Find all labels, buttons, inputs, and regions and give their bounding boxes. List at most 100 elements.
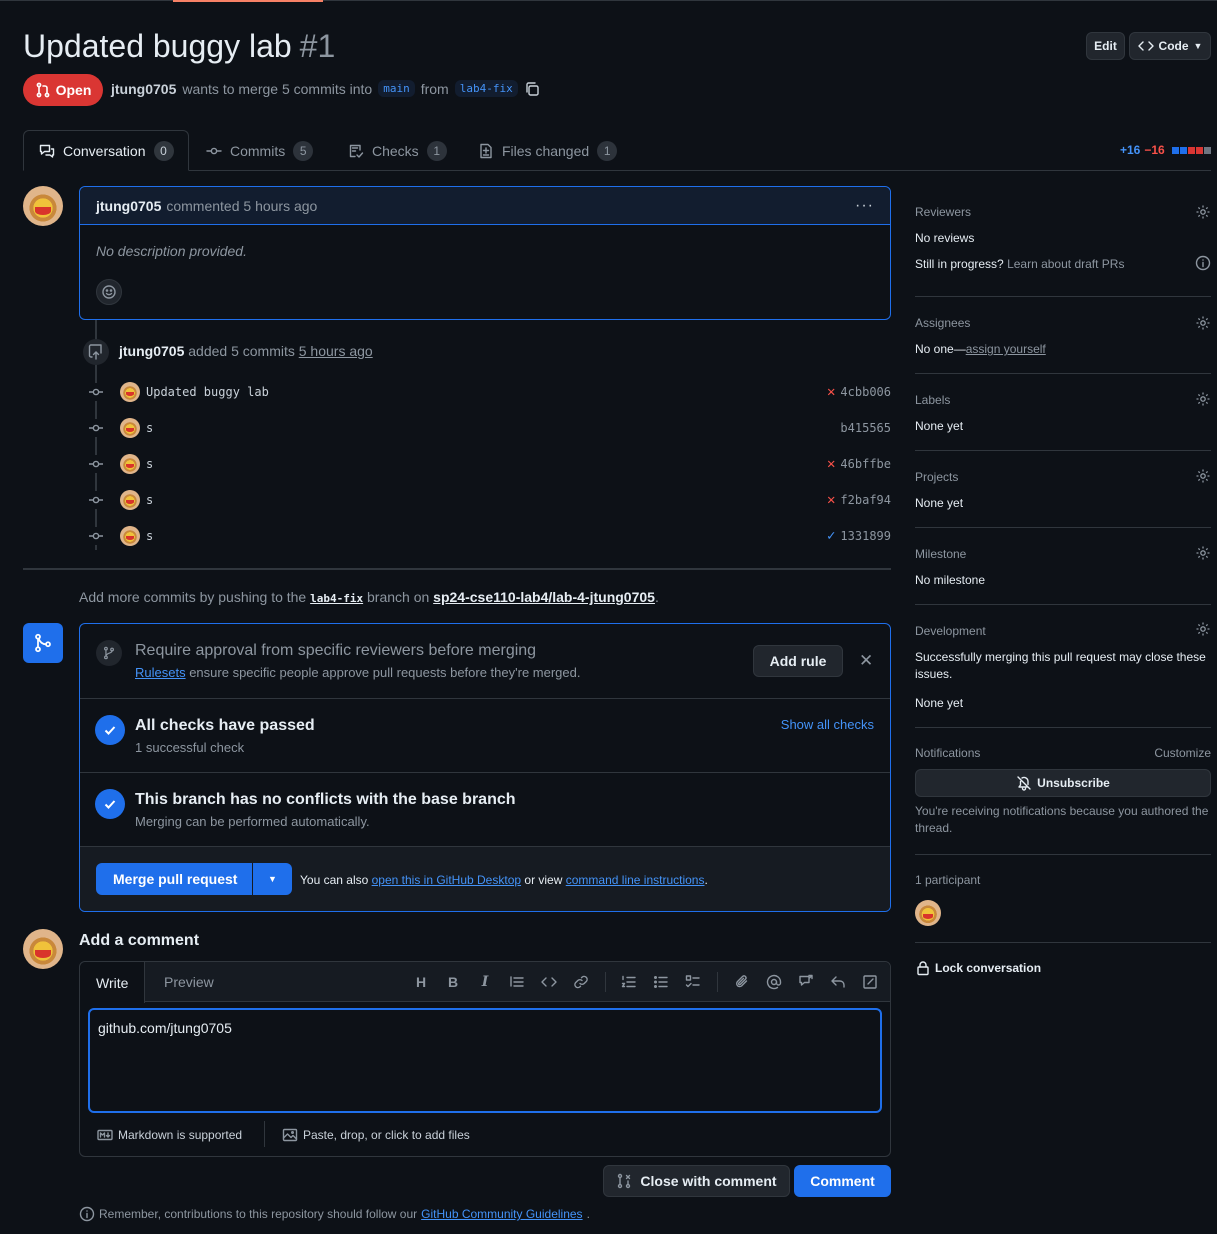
commit-sha[interactable]: 4cbb006 <box>840 385 891 399</box>
commit-message[interactable]: s <box>146 457 153 471</box>
commit-author-avatar[interactable] <box>120 454 140 474</box>
push-hint-repo-link[interactable]: sp24-cse110-lab4/lab-4-jtung0705 <box>433 589 655 605</box>
milestone-title[interactable]: Milestone <box>915 547 966 561</box>
gear-icon[interactable] <box>1195 621 1211 637</box>
heading-icon[interactable]: H <box>413 974 429 990</box>
x-icon[interactable]: ✕ <box>827 384 835 400</box>
comment-button[interactable]: Comment <box>794 1165 891 1197</box>
commit-message[interactable]: s <box>146 529 153 543</box>
markdown-note[interactable]: Markdown is supported <box>97 1127 242 1143</box>
draft-link[interactable]: Learn about draft PRs <box>1007 257 1124 271</box>
triangle-down-icon: ▼ <box>1193 41 1203 51</box>
commit-row[interactable]: s ✕ 46bffbe <box>87 452 891 476</box>
assign-yourself-link[interactable]: assign yourself <box>966 342 1046 356</box>
x-icon[interactable]: ✕ <box>827 492 835 508</box>
tab-write[interactable]: Write <box>80 962 146 1003</box>
author-link[interactable]: jtung0705 <box>111 81 176 97</box>
close-with-comment-button[interactable]: Close with comment <box>603 1165 790 1197</box>
fullscreen-icon[interactable] <box>862 974 878 990</box>
link-icon[interactable] <box>573 974 589 990</box>
comment-textarea[interactable] <box>88 1008 882 1113</box>
unordered-list-icon[interactable] <box>653 974 669 990</box>
commits-event-author[interactable]: jtung0705 <box>119 343 184 359</box>
merge-actions-row: Merge pull request ▼ You can also open t… <box>80 847 890 911</box>
participant-avatar[interactable] <box>915 900 941 926</box>
commit-message[interactable]: s <box>146 493 153 507</box>
kebab-menu-icon[interactable]: ··· <box>855 197 874 215</box>
check-icon[interactable]: ✓ <box>827 528 835 544</box>
commit-sha[interactable]: 46bffbe <box>840 457 891 471</box>
labels-title[interactable]: Labels <box>915 393 950 407</box>
gear-icon[interactable] <box>1195 545 1211 561</box>
ordered-list-icon[interactable] <box>621 974 637 990</box>
cross-reference-icon[interactable] <box>798 974 814 990</box>
pr-number: #1 <box>299 28 336 64</box>
add-rule-button[interactable]: Add rule <box>753 645 843 677</box>
italic-icon[interactable]: I <box>477 974 493 990</box>
gear-icon[interactable] <box>1195 468 1211 484</box>
push-hint-branch[interactable]: lab4-fix <box>310 592 363 605</box>
development-title[interactable]: Development <box>915 624 986 638</box>
reply-icon[interactable] <box>830 974 846 990</box>
commit-author-avatar[interactable] <box>120 382 140 402</box>
period-text: . <box>704 873 708 887</box>
gear-icon[interactable] <box>1195 204 1211 220</box>
tab-conversation[interactable]: Conversation 0 <box>23 130 189 171</box>
copy-icon[interactable] <box>524 81 540 97</box>
bold-icon[interactable]: B <box>445 974 461 990</box>
unsubscribe-button[interactable]: Unsubscribe <box>915 769 1211 797</box>
commit-sha-group: ✕ 4cbb006 <box>827 384 891 400</box>
base-branch[interactable]: main <box>378 80 415 97</box>
projects-title[interactable]: Projects <box>915 470 958 484</box>
head-branch[interactable]: lab4-fix <box>454 80 518 97</box>
avatar[interactable] <box>23 929 63 969</box>
commit-row[interactable]: s ✕ f2baf94 <box>87 488 891 512</box>
commit-sha[interactable]: 1331899 <box>840 529 891 543</box>
tab-preview[interactable]: Preview <box>148 962 230 1002</box>
commit-author-avatar[interactable] <box>120 418 140 438</box>
commit-sha[interactable]: b415565 <box>840 421 891 435</box>
commit-row[interactable]: Updated buggy lab ✕ 4cbb006 <box>87 380 891 404</box>
commit-author-avatar[interactable] <box>120 526 140 546</box>
commit-message[interactable]: Updated buggy lab <box>146 385 269 399</box>
github-desktop-link[interactable]: open this in GitHub Desktop <box>372 873 521 887</box>
comment-author[interactable]: jtung0705 <box>96 198 161 214</box>
tasklist-icon[interactable] <box>685 974 701 990</box>
community-guidelines-link[interactable]: GitHub Community Guidelines <box>421 1207 582 1221</box>
gear-icon[interactable] <box>1195 391 1211 407</box>
edit-button[interactable]: Edit <box>1086 32 1125 60</box>
rulesets-link[interactable]: Rulesets <box>135 665 186 680</box>
tab-conversation-count: 0 <box>153 140 174 161</box>
avatar[interactable] <box>23 186 63 226</box>
commit-message[interactable]: s <box>146 421 153 435</box>
commits-event-time[interactable]: 5 hours ago <box>299 343 373 359</box>
close-icon[interactable]: ✕ <box>859 651 873 671</box>
code-icon[interactable] <box>541 974 557 990</box>
commit-row[interactable]: s b415565 <box>87 416 891 440</box>
paperclip-icon[interactable] <box>734 974 750 990</box>
x-icon[interactable]: ✕ <box>827 456 835 472</box>
merge-pull-request-button[interactable]: Merge pull request <box>96 863 252 895</box>
tab-checks[interactable]: Checks 1 <box>333 130 462 171</box>
add-reaction-button[interactable] <box>96 279 122 305</box>
info-icon[interactable] <box>1195 255 1211 271</box>
mention-icon[interactable] <box>766 974 782 990</box>
commit-row[interactable]: s ✓ 1331899 <box>87 524 891 548</box>
commit-author-avatar[interactable] <box>120 490 140 510</box>
gear-icon[interactable] <box>1195 315 1211 331</box>
commit-sha[interactable]: f2baf94 <box>840 493 891 507</box>
attach-files[interactable]: Paste, drop, or click to add files <box>282 1127 470 1143</box>
tab-files-changed[interactable]: Files changed 1 <box>463 130 632 171</box>
assignees-title[interactable]: Assignees <box>915 316 970 330</box>
merge-method-dropdown[interactable]: ▼ <box>253 863 292 895</box>
customize-link[interactable]: Customize <box>1154 746 1211 760</box>
reviewers-title[interactable]: Reviewers <box>915 205 971 219</box>
conflicts-row: This branch has no conflicts with the ba… <box>80 773 890 847</box>
markdown-note-text: Markdown is supported <box>118 1128 243 1142</box>
command-line-link[interactable]: command line instructions <box>566 873 705 887</box>
code-button[interactable]: Code ▼ <box>1129 32 1211 60</box>
tab-commits[interactable]: Commits 5 <box>191 130 328 171</box>
show-all-checks-link[interactable]: Show all checks <box>781 717 874 732</box>
quote-icon[interactable] <box>509 974 525 990</box>
lock-conversation[interactable]: Lock conversation <box>915 960 1041 976</box>
